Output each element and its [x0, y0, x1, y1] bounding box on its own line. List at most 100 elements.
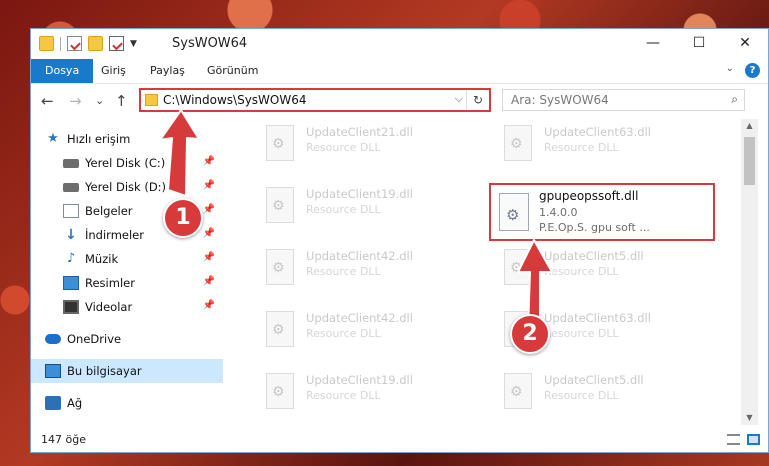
up-arrow-icon[interactable]: ↑ — [115, 92, 128, 110]
pin-icon[interactable]: 📌 — [203, 180, 215, 191]
file-name: UpdateClient42.dll — [306, 249, 413, 263]
videos-icon — [63, 300, 79, 314]
file-description: Resource DLL — [544, 141, 619, 154]
search-icon[interactable]: ⌕ — [731, 92, 738, 107]
search-placeholder: Ara: SysWOW64 — [511, 93, 609, 107]
maximize-button[interactable]: ☐ — [676, 29, 722, 57]
vertical-scrollbar[interactable]: ▲ ▼ — [741, 119, 758, 425]
annotation-marker-1: 1 — [163, 198, 203, 238]
annotation-marker-2: 2 — [510, 314, 550, 354]
properties-icon[interactable] — [67, 36, 82, 51]
search-input[interactable]: Ara: SysWOW64 ⌕ — [502, 89, 745, 111]
item-count: 147 öğe — [41, 433, 86, 446]
sidebar-item-label: Müzik — [85, 252, 119, 266]
recent-locations-icon[interactable]: ⌄ — [95, 94, 104, 107]
sidebar-item-label: Bu bilgisayar — [67, 364, 142, 378]
sidebar-item-onedrive[interactable]: OneDrive — [31, 327, 223, 351]
file-description: Resource DLL — [306, 389, 381, 402]
sidebar-item-label: Yerel Disk (C:) — [85, 156, 166, 170]
tab-view[interactable]: Görünüm — [207, 59, 258, 83]
file-name: UpdateClient5.dll — [544, 249, 644, 263]
forward-arrow-icon[interactable]: → — [69, 92, 82, 110]
dll-file-icon — [499, 193, 529, 231]
pin-icon[interactable]: 📌 — [203, 228, 215, 239]
network-icon — [45, 396, 61, 410]
sidebar-item-pictures[interactable]: Resimler 📌 — [31, 271, 223, 295]
sidebar-item-label: Resimler — [85, 276, 135, 290]
folder-icon — [39, 36, 54, 51]
file-description: Resource DLL — [306, 327, 381, 340]
file-description: P.E.Op.S. gpu soft ... — [539, 221, 650, 234]
sidebar-item-disk-c[interactable]: Yerel Disk (C:) 📌 — [31, 151, 223, 175]
file-item[interactable]: UpdateClient5.dll Resource DLL — [489, 243, 709, 293]
file-name: UpdateClient63.dll — [544, 125, 651, 139]
file-name: UpdateClient5.dll — [544, 373, 644, 387]
pin-icon[interactable]: 📌 — [203, 204, 215, 215]
tab-share[interactable]: Paylaş — [150, 59, 185, 83]
sidebar-item-network[interactable]: Ağ — [31, 391, 223, 415]
onedrive-icon — [45, 334, 61, 344]
new-folder-icon[interactable] — [88, 36, 103, 51]
highlighted-file-item[interactable]: gpupeopssoft.dll 1.4.0.0 P.E.Op.S. gpu s… — [489, 183, 715, 241]
downloads-icon: ↓ — [65, 227, 77, 243]
drive-icon — [63, 158, 79, 168]
address-dropdown-icon[interactable]: ⌵ — [455, 92, 463, 106]
file-list: UpdateClient21.dll Resource DLL UpdateCl… — [237, 119, 745, 425]
pin-icon[interactable]: 📌 — [203, 252, 215, 263]
dll-file-icon — [504, 373, 532, 409]
dll-file-icon — [266, 311, 294, 347]
expand-ribbon-icon[interactable]: ⌄ — [726, 63, 734, 74]
this-pc-icon — [45, 364, 61, 378]
dll-file-icon — [266, 187, 294, 223]
file-description: Resource DLL — [544, 265, 619, 278]
dll-file-icon — [504, 125, 532, 161]
dll-file-icon — [266, 249, 294, 285]
file-description: Resource DLL — [544, 327, 619, 340]
file-name: UpdateClient21.dll — [306, 125, 413, 139]
file-item[interactable]: UpdateClient42.dll Resource DLL — [251, 243, 471, 293]
folder-icon — [145, 94, 158, 106]
documents-icon — [63, 204, 79, 218]
sidebar-item-videos[interactable]: Videolar 📌 — [31, 295, 223, 319]
pin-icon[interactable]: 📌 — [203, 300, 215, 311]
help-icon[interactable]: ? — [745, 63, 760, 78]
file-item[interactable]: UpdateClient21.dll Resource DLL — [251, 119, 471, 169]
close-button[interactable]: ✕ — [722, 29, 768, 57]
sidebar-item-music[interactable]: ♪ Müzik 📌 — [31, 247, 223, 271]
address-bar-row: ← → ⌄ ↑ C:\Windows\SysWOW64 ⌵ ↻ Ara: Sys… — [31, 83, 768, 120]
file-description: Resource DLL — [306, 203, 381, 216]
file-name: gpupeopssoft.dll — [539, 189, 639, 203]
file-item[interactable]: UpdateClient5.dll Resource DLL — [489, 367, 709, 417]
address-path[interactable]: C:\Windows\SysWOW64 — [163, 93, 307, 107]
sidebar-item-disk-d[interactable]: Yerel Disk (D:) 📌 — [31, 175, 223, 199]
window-controls: — ☐ ✕ — [630, 29, 768, 57]
chevron-down-icon[interactable]: ▼ — [130, 39, 137, 49]
back-arrow-icon[interactable]: ← — [41, 92, 54, 110]
file-version: 1.4.0.0 — [539, 206, 578, 219]
large-icons-view-icon[interactable] — [747, 434, 760, 445]
customize-toolbar-icon[interactable] — [109, 36, 124, 51]
sidebar-item-quick-access[interactable]: ★ Hızlı erişim — [31, 127, 223, 151]
pin-icon[interactable]: 📌 — [203, 156, 215, 167]
file-name: UpdateClient19.dll — [306, 187, 413, 201]
minimize-button[interactable]: — — [630, 29, 676, 57]
tab-home[interactable]: Giriş — [101, 59, 126, 83]
scrollbar-thumb[interactable] — [744, 137, 755, 185]
title-bar: ▼ SysWOW64 — ☐ ✕ — [31, 29, 768, 59]
sidebar-item-label: Ağ — [67, 396, 83, 410]
address-bar[interactable]: C:\Windows\SysWOW64 ⌵ ↻ — [139, 88, 491, 112]
refresh-icon[interactable]: ↻ — [466, 90, 489, 110]
scroll-down-icon[interactable]: ▼ — [741, 411, 758, 425]
file-item[interactable]: UpdateClient19.dll Resource DLL — [251, 367, 471, 417]
file-item[interactable]: UpdateClient19.dll Resource DLL — [251, 181, 471, 231]
file-item[interactable]: UpdateClient63.dll Resource DLL — [489, 119, 709, 169]
dll-file-icon — [266, 373, 294, 409]
tab-file[interactable]: Dosya — [31, 59, 94, 83]
pin-icon[interactable]: 📌 — [203, 276, 215, 287]
details-view-icon[interactable] — [727, 434, 740, 445]
ribbon-tabs: Dosya Giriş Paylaş Görünüm ⌄ ? — [31, 59, 768, 83]
file-item[interactable]: UpdateClient42.dll Resource DLL — [251, 305, 471, 355]
navigation-pane: ★ Hızlı erişim Yerel Disk (C:) 📌 Yerel D… — [31, 119, 227, 425]
scroll-up-icon[interactable]: ▲ — [741, 119, 758, 133]
sidebar-item-this-pc[interactable]: Bu bilgisayar — [31, 359, 223, 383]
